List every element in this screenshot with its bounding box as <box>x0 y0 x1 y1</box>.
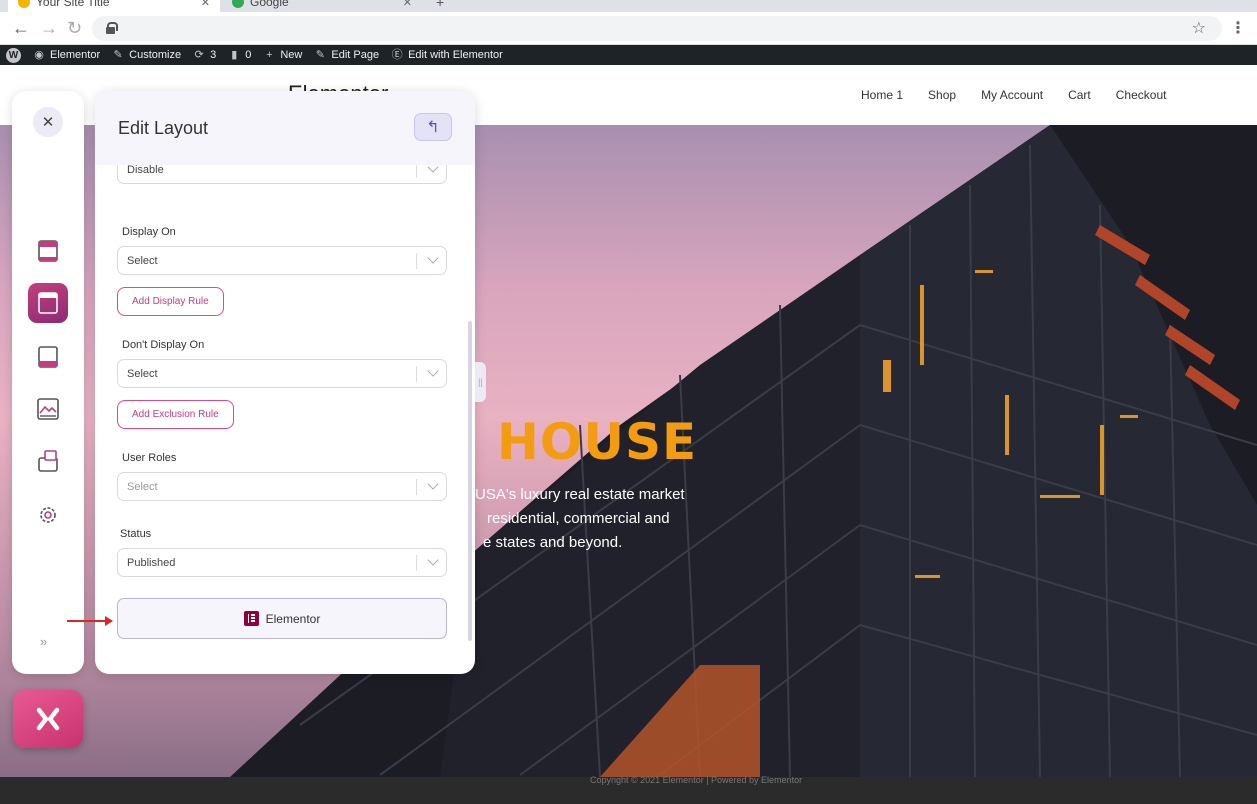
admin-bar-label: 0 <box>245 49 252 61</box>
wordpress-logo-icon[interactable]: W <box>6 47 21 63</box>
admin-bar-comments[interactable]: ▮ 0 <box>228 49 251 61</box>
select-value: Published <box>127 557 176 569</box>
panel-scrollbar[interactable] <box>468 321 472 641</box>
dont-display-on-label: Don't Display On <box>122 339 205 351</box>
button-label: Elementor <box>265 611 321 626</box>
hero-line: USA's luxury real estate market <box>475 486 685 503</box>
browser-tab-active[interactable]: Your Site Title ✕ <box>8 0 220 12</box>
annotation-arrow <box>67 616 113 626</box>
panel-resize-handle[interactable]: || <box>475 362 486 402</box>
add-exclusion-rule-button[interactable]: Add Exclusion Rule <box>117 400 234 429</box>
nav-item-cart[interactable]: Cart <box>1068 88 1091 102</box>
browser-tabstrip: Your Site Title ✕ Google ✕ + <box>0 0 1257 12</box>
hero-title: HOUSE <box>497 413 698 471</box>
top-select[interactable]: Disable <box>117 165 447 184</box>
tab-title: Google <box>250 0 289 9</box>
select-placeholder: Select <box>127 481 158 493</box>
reload-icon[interactable]: ↻ <box>67 18 82 38</box>
select-value: Disable <box>127 165 164 176</box>
admin-bar-edit-elementor[interactable]: Ⓔ Edit with Elementor <box>391 49 503 61</box>
app-launcher-button[interactable] <box>13 690 83 748</box>
browser-menu-icon[interactable]: ⋮ <box>1230 18 1246 38</box>
bookmark-star-icon[interactable]: ☆ <box>1192 18 1206 38</box>
plus-icon: + <box>266 49 273 61</box>
admin-bar-dashboard[interactable]: ◉ Elementor <box>33 49 100 61</box>
admin-bar-label: Elementor <box>50 49 101 61</box>
admin-bar-label: 3 <box>210 49 217 61</box>
address-bar[interactable]: ☆ <box>92 16 1222 41</box>
new-tab-icon[interactable]: + <box>436 0 444 10</box>
browser-toolbar: ← → ↻ ☆ ⋮ <box>0 12 1257 45</box>
pencil-icon: ✎ <box>315 49 325 61</box>
admin-bar-label: Customize <box>129 49 182 61</box>
tab-close-icon[interactable]: ✕ <box>201 0 210 9</box>
user-roles-select[interactable]: Select <box>117 472 447 501</box>
admin-bar-new[interactable]: + New <box>263 49 302 61</box>
nav-item-home[interactable]: Home 1 <box>861 88 903 102</box>
select-value: Select <box>127 255 158 267</box>
admin-bar-label: Edit Page <box>331 49 380 61</box>
admin-bar-label: Edit with Elementor <box>408 49 503 61</box>
brush-icon: ✎ <box>113 49 123 61</box>
layout-type-rail: ✕ » <box>12 91 84 674</box>
nav-item-checkout[interactable]: Checkout <box>1116 88 1167 102</box>
close-icon[interactable]: ✕ <box>33 107 63 137</box>
edit-layout-panel: Edit Layout ↰ Disable Display On Select … <box>95 91 475 674</box>
user-roles-label: User Roles <box>122 452 177 464</box>
copyright-text: Copyright © 2021 Elementor | Powered by … <box>590 775 803 785</box>
popup-layout-icon[interactable] <box>28 441 68 481</box>
back-button[interactable]: ↰ <box>414 113 452 141</box>
x-logo-icon <box>36 707 60 731</box>
header-layout-icon[interactable] <box>28 231 68 271</box>
archive-layout-icon[interactable] <box>28 389 68 429</box>
hero-line: e states and beyond. <box>483 534 623 551</box>
chevron-down-icon <box>427 554 439 566</box>
admin-bar-updates[interactable]: ⟳ 3 <box>193 49 217 61</box>
back-arrow-icon[interactable]: ← <box>12 18 30 38</box>
chevron-down-icon <box>427 365 439 377</box>
chevron-down-icon <box>427 165 439 173</box>
panel-body: Disable Display On Select Add Display Ru… <box>95 165 475 674</box>
updates-icon: ⟳ <box>194 49 204 61</box>
elementor-icon: Ⓔ <box>391 49 403 61</box>
nav-item-my-account[interactable]: My Account <box>981 88 1043 102</box>
settings-icon[interactable] <box>28 495 68 535</box>
google-favicon-icon <box>232 0 244 8</box>
admin-bar-customize[interactable]: ✎ Customize <box>112 49 182 61</box>
browser-tab-google[interactable]: Google ✕ <box>222 0 422 12</box>
display-on-select[interactable]: Select <box>117 246 447 275</box>
wp-admin-bar: W ◉ Elementor ✎ Customize ⟳ 3 ▮ 0 + New … <box>0 45 1257 65</box>
add-display-rule-button[interactable]: Add Display Rule <box>117 287 224 316</box>
status-select[interactable]: Published <box>117 548 447 577</box>
tab-title: Your Site Title <box>36 0 110 9</box>
main-nav: Home 1 Shop My Account Cart Checkout <box>861 88 1166 102</box>
footer-layout-icon[interactable] <box>28 337 68 377</box>
comment-icon: ▮ <box>231 49 238 61</box>
lock-icon <box>106 22 118 34</box>
hero-description: USA's luxury real estate market resident… <box>475 483 715 555</box>
panel-title: Edit Layout <box>118 118 209 138</box>
edit-with-elementor-button[interactable]: Elementor <box>117 598 447 639</box>
expand-chevrons-icon[interactable]: » <box>40 634 47 649</box>
chrome-favicon-icon <box>18 0 30 8</box>
dashboard-icon: ◉ <box>34 49 44 61</box>
admin-bar-edit-page[interactable]: ✎ Edit Page <box>314 49 379 61</box>
forward-arrow-icon[interactable]: → <box>40 18 58 38</box>
admin-bar-label: New <box>280 49 303 61</box>
panel-header: Edit Layout ↰ <box>95 91 475 165</box>
site-footer: Copyright © 2021 Elementor | Powered by … <box>0 775 1257 804</box>
tab-close-icon[interactable]: ✕ <box>403 0 412 9</box>
elementor-logo-icon <box>243 611 259 626</box>
dont-display-on-select[interactable]: Select <box>117 359 447 388</box>
undo-arrow-icon: ↰ <box>426 119 440 136</box>
nav-item-shop[interactable]: Shop <box>928 88 956 102</box>
chevron-down-icon <box>427 252 439 264</box>
page-layout-icon[interactable] <box>28 283 68 323</box>
hero-line: residential, commercial and <box>487 510 670 527</box>
chevron-down-icon <box>427 478 439 490</box>
display-on-label: Display On <box>122 226 176 238</box>
status-label: Status <box>120 528 152 540</box>
select-value: Select <box>127 368 158 380</box>
